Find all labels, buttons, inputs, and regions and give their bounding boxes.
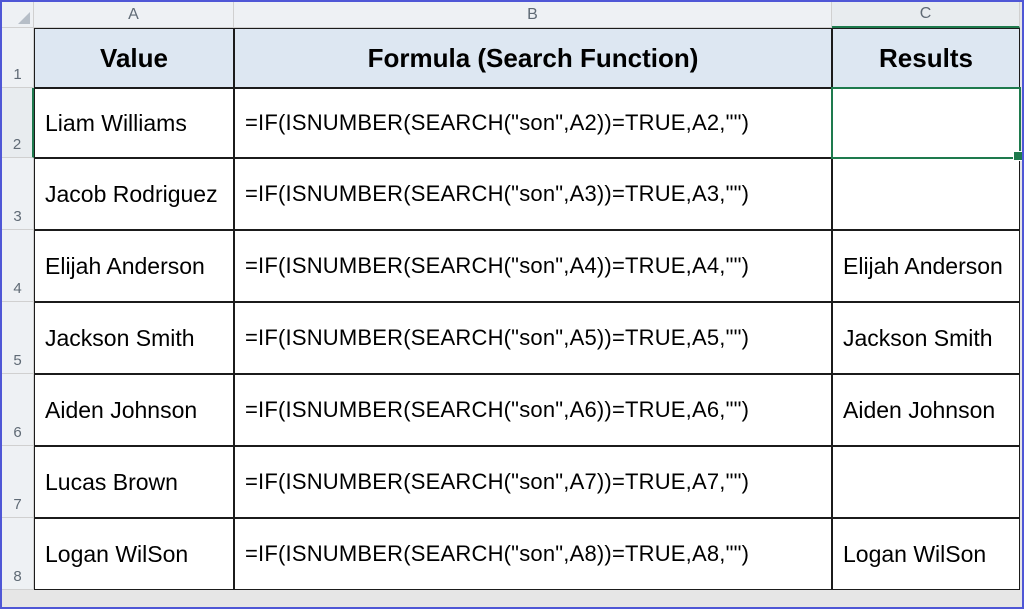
cell-A4[interactable]: Elijah Anderson (34, 230, 234, 302)
row-header-8[interactable]: 8 (2, 518, 34, 590)
row-header-2[interactable]: 2 (2, 88, 34, 158)
header-cell-formula[interactable]: Formula (Search Function) (234, 28, 832, 88)
cell-A6[interactable]: Aiden Johnson (34, 374, 234, 446)
cell-B5[interactable]: =IF(ISNUMBER(SEARCH("son",A5))=TRUE,A5,"… (234, 302, 832, 374)
row-header-1[interactable]: 1 (2, 28, 34, 88)
row-header-4[interactable]: 4 (2, 230, 34, 302)
row-header-7[interactable]: 7 (2, 446, 34, 518)
spreadsheet-viewport: A B C 1 Value Formula (Search Function) … (0, 0, 1024, 609)
cell-A2[interactable]: Liam Williams (34, 88, 234, 158)
sheet-grid: A B C 1 Value Formula (Search Function) … (2, 2, 1022, 607)
cell-B2[interactable]: =IF(ISNUMBER(SEARCH("son",A2))=TRUE,A2,"… (234, 88, 832, 158)
cell-B8[interactable]: =IF(ISNUMBER(SEARCH("son",A8))=TRUE,A8,"… (234, 518, 832, 590)
cell-C7[interactable] (832, 446, 1020, 518)
cell-B3[interactable]: =IF(ISNUMBER(SEARCH("son",A3))=TRUE,A3,"… (234, 158, 832, 230)
row-header-5[interactable]: 5 (2, 302, 34, 374)
row-header-6[interactable]: 6 (2, 374, 34, 446)
column-header-A[interactable]: A (34, 2, 234, 28)
cell-A7[interactable]: Lucas Brown (34, 446, 234, 518)
select-all-corner[interactable] (2, 2, 34, 28)
cell-A5[interactable]: Jackson Smith (34, 302, 234, 374)
cell-C8[interactable]: Logan WilSon (832, 518, 1020, 590)
cell-C6[interactable]: Aiden Johnson (832, 374, 1020, 446)
cell-C4[interactable]: Elijah Anderson (832, 230, 1020, 302)
header-cell-results[interactable]: Results (832, 28, 1020, 88)
cell-A8[interactable]: Logan WilSon (34, 518, 234, 590)
column-header-B[interactable]: B (234, 2, 832, 28)
cell-C3[interactable] (832, 158, 1020, 230)
cell-A3[interactable]: Jacob Rodriguez (34, 158, 234, 230)
cell-B4[interactable]: =IF(ISNUMBER(SEARCH("son",A4))=TRUE,A4,"… (234, 230, 832, 302)
cell-B6[interactable]: =IF(ISNUMBER(SEARCH("son",A6))=TRUE,A6,"… (234, 374, 832, 446)
cell-B7[interactable]: =IF(ISNUMBER(SEARCH("son",A7))=TRUE,A7,"… (234, 446, 832, 518)
header-cell-value[interactable]: Value (34, 28, 234, 88)
row-header-3[interactable]: 3 (2, 158, 34, 230)
cell-C5[interactable]: Jackson Smith (832, 302, 1020, 374)
cell-C2[interactable] (832, 88, 1020, 158)
column-header-C[interactable]: C (832, 2, 1020, 28)
